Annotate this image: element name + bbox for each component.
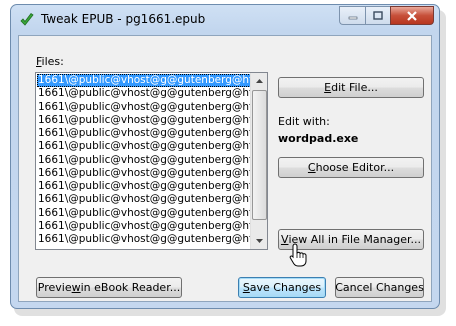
cancel-changes-button[interactable]: Cancel Changes (335, 277, 424, 298)
files-scrollbar[interactable] (250, 73, 267, 249)
mouse-pointer-icon (289, 243, 307, 267)
caption-buttons (339, 6, 434, 25)
choose-editor-button[interactable]: Choose Editor... (278, 157, 424, 178)
file-list-item[interactable]: 1661\@public@vhost@g@gutenberg@html (37, 233, 251, 246)
scroll-up-button[interactable] (251, 73, 267, 89)
file-list-item[interactable]: 1661\@public@vhost@g@gutenberg@html (37, 114, 251, 127)
files-listbox[interactable]: 1661\@public@vhost@g@gutenberg@html 1661\… (35, 72, 268, 250)
tweak-epub-window: Tweak EPUB - pg1661.epub Files: 1661\@pu… (10, 4, 440, 309)
save-changes-button[interactable]: Save Changes (238, 277, 326, 298)
epub-check-icon (19, 12, 35, 28)
close-icon (407, 10, 417, 21)
scroll-down-button[interactable] (251, 233, 267, 249)
scroll-thumb[interactable] (252, 90, 267, 220)
title-bar[interactable]: Tweak EPUB - pg1661.epub (11, 5, 439, 35)
maximize-icon (373, 11, 383, 20)
file-list-item[interactable]: 1661\@public@vhost@g@gutenberg@html (37, 140, 251, 153)
maximize-button[interactable] (365, 6, 390, 25)
files-label: Files: (36, 55, 64, 68)
editor-name: wordpad.exe (278, 132, 359, 145)
file-list-item[interactable]: 1661\@public@vhost@g@gutenberg@html (37, 127, 251, 140)
minimize-button[interactable] (339, 6, 365, 25)
file-list-item[interactable]: 1661\@public@vhost@g@gutenberg@html (37, 167, 251, 180)
file-list-item[interactable]: 1661\@public@vhost@g@gutenberg@html (37, 193, 251, 206)
file-list-item[interactable]: 1661\@public@vhost@g@gutenberg@html (37, 207, 251, 220)
files-list: 1661\@public@vhost@g@gutenberg@html 1661\… (37, 74, 251, 246)
edit-with-label: Edit with: (278, 115, 330, 128)
close-button[interactable] (390, 6, 434, 25)
file-list-item[interactable]: 1661\@public@vhost@g@gutenberg@html (37, 74, 251, 88)
file-list-item[interactable]: 1661\@public@vhost@g@gutenberg@html (37, 220, 251, 233)
file-list-item[interactable]: 1661\@public@vhost@g@gutenberg@html (37, 101, 251, 114)
edit-file-button[interactable]: Edit File... (278, 77, 424, 98)
file-list-item[interactable]: 1661\@public@vhost@g@gutenberg@html (37, 180, 251, 193)
arrow-up-icon (255, 79, 263, 83)
window-title: Tweak EPUB - pg1661.epub (41, 12, 206, 26)
preview-in-ebook-reader-button[interactable]: Previe w in eBook Reader... (36, 277, 182, 298)
minimize-icon (348, 16, 357, 19)
file-list-item[interactable]: 1661\@public@vhost@g@gutenberg@html (37, 154, 251, 167)
file-list-item[interactable]: 1661\@public@vhost@g@gutenberg@html (37, 87, 251, 100)
arrow-down-icon (255, 239, 263, 243)
dialog-client-area: Files: 1661\@public@vhost@g@gutenberg@ht… (18, 35, 432, 302)
